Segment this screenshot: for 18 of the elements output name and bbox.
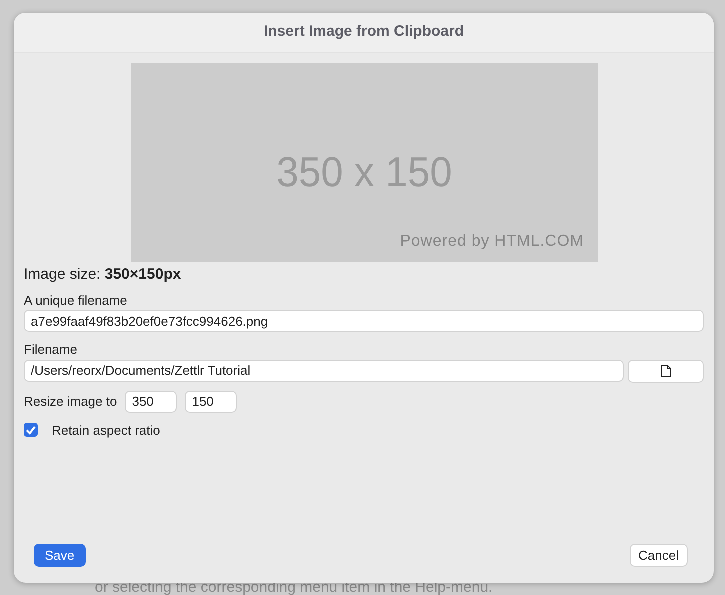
- dialog-title: Insert Image from Clipboard: [264, 22, 464, 42]
- width-field[interactable]: 350: [125, 390, 178, 412]
- checkbox-label: Retain aspect ratio: [52, 422, 160, 440]
- background-text: or selecting the corresponding menu item in the Help-menu.: [95, 581, 494, 595]
- browse-button[interactable]: [628, 360, 704, 382]
- file-icon: [661, 365, 671, 377]
- input-field[interactable]: /Users/reorx/Documents/Zettlr Tutorial: [24, 360, 624, 382]
- image-size-label: Image size:: [24, 266, 101, 283]
- resize-label: Resize image to: [24, 392, 118, 411]
- height-field[interactable]: 150: [185, 390, 238, 412]
- field-label: Filename: [24, 342, 78, 357]
- image-size-value: 350×150px: [104, 266, 182, 283]
- save-button[interactable]: Save: [34, 544, 86, 567]
- cancel-button[interactable]: Cancel: [630, 544, 688, 567]
- input-field[interactable]: a7e99faaf49f83b20ef0e73fcc994626.png: [24, 310, 704, 332]
- image-credit: Powered by HTML.COM: [400, 232, 584, 252]
- checkbox[interactable]: [24, 423, 38, 438]
- field-label: A unique filename: [24, 292, 128, 308]
